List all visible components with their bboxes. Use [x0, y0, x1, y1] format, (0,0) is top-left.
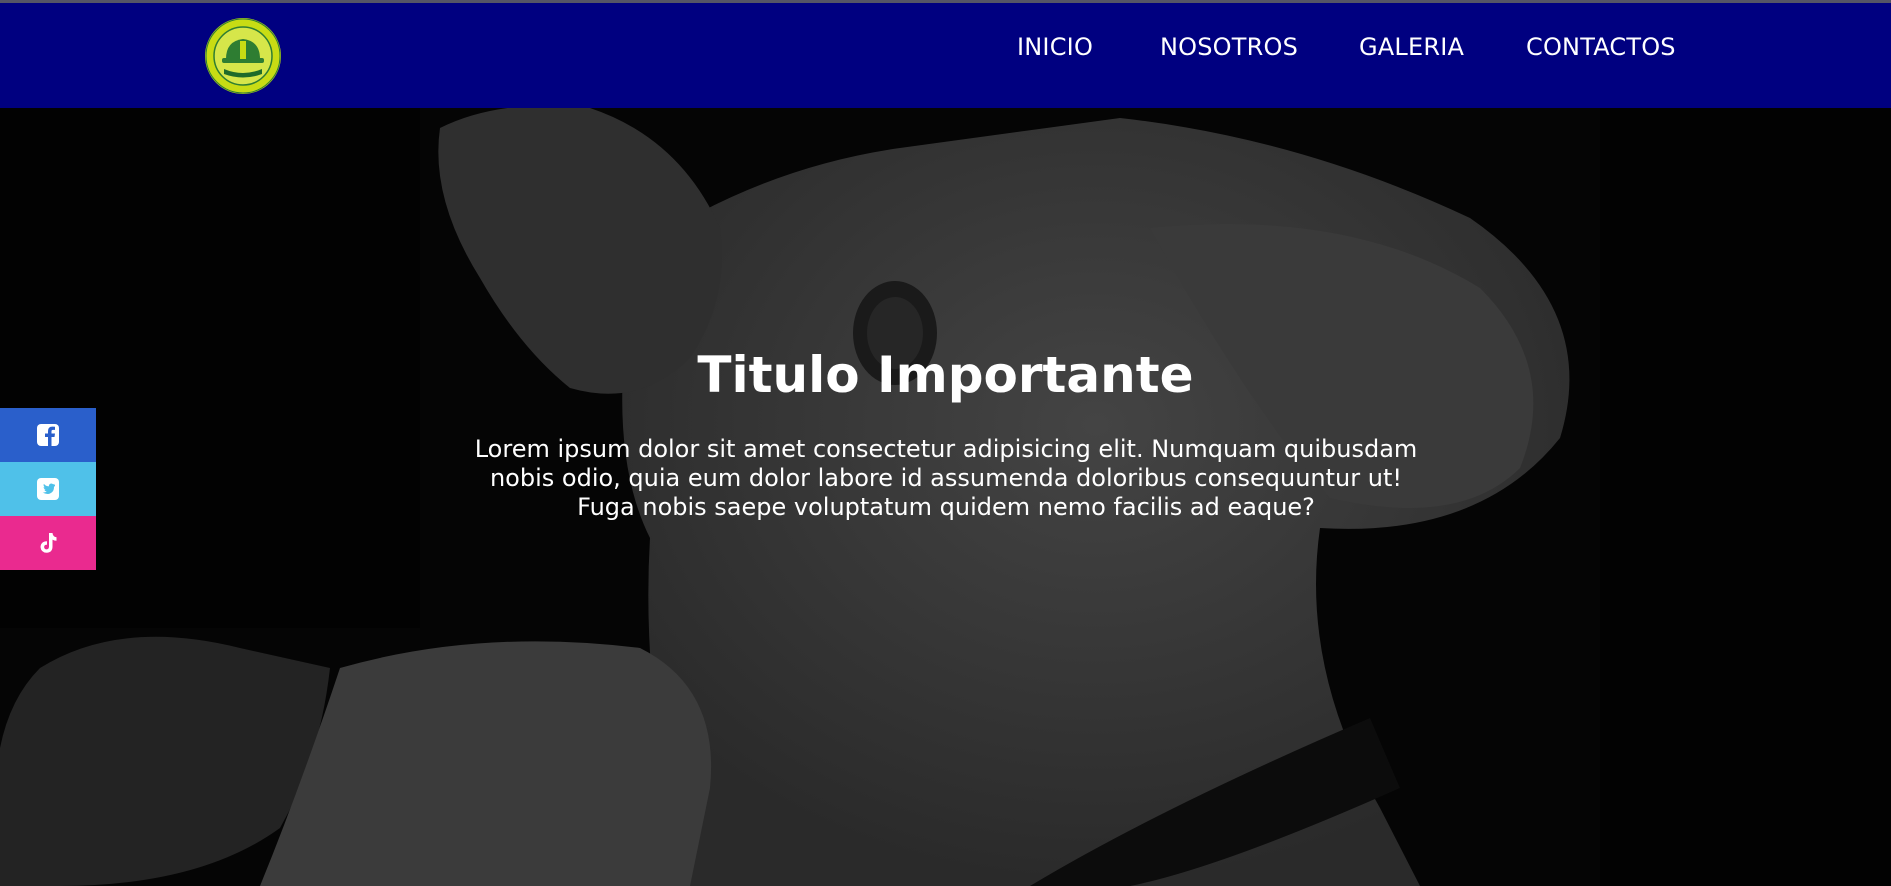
facebook-icon: [37, 424, 59, 446]
nav-inicio[interactable]: INICIO: [1017, 33, 1093, 61]
hero-section: Titulo Importante Lorem ipsum dolor sit …: [0, 108, 1891, 886]
twitter-link[interactable]: [0, 462, 96, 516]
hero-description: Lorem ipsum dolor sit amet consectetur a…: [474, 435, 1418, 521]
nav-contactos[interactable]: CONTACTOS: [1526, 33, 1676, 61]
twitter-icon: [37, 478, 59, 500]
facebook-link[interactable]: [0, 408, 96, 462]
nav-nosotros[interactable]: NOSOTROS: [1160, 33, 1298, 61]
social-sidebar: [0, 408, 96, 570]
tiktok-link[interactable]: [0, 516, 96, 570]
site-header: INICIO NOSOTROS GALERIA CONTACTOS: [0, 3, 1891, 108]
main-nav: INICIO NOSOTROS GALERIA CONTACTOS: [0, 3, 1891, 103]
nav-galeria[interactable]: GALERIA: [1359, 33, 1464, 61]
hero-title: Titulo Importante: [697, 346, 1194, 404]
tiktok-icon: [40, 533, 57, 553]
